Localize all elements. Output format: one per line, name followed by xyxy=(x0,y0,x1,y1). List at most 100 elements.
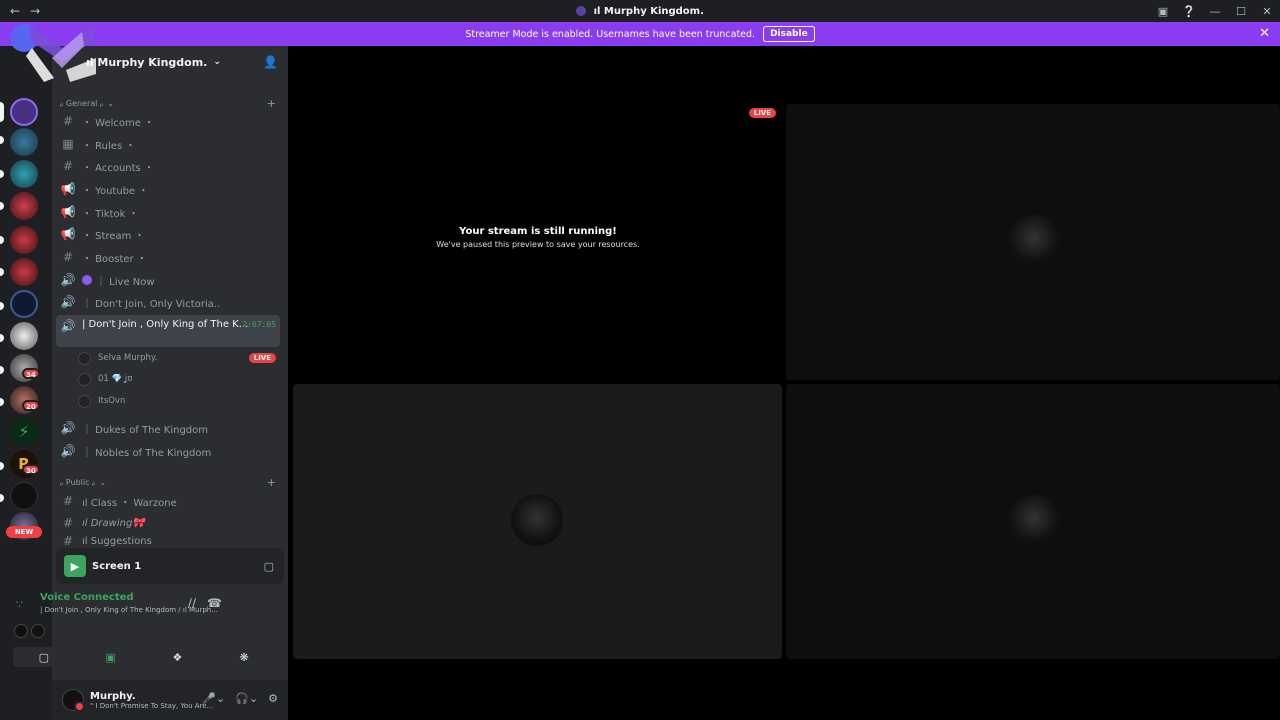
channel-welcome[interactable]: # ・ Welcome ・ xyxy=(56,111,280,131)
server-icon xyxy=(576,5,587,16)
disable-button[interactable]: Disable xyxy=(763,26,815,42)
server-icon[interactable] xyxy=(10,290,38,318)
add-channel-icon[interactable]: + xyxy=(267,97,276,110)
announcement-icon: 📢 xyxy=(60,227,76,241)
channel-king-of-the-kingdom[interactable]: 🔊 | Don't Join , Only King of The K... 2:6… xyxy=(56,315,280,347)
invite-icon[interactable]: 👤 xyxy=(263,55,278,69)
participant-tile[interactable] xyxy=(786,384,1280,659)
unread-pill xyxy=(0,302,4,310)
stream-title: Your stream is still running! xyxy=(459,226,617,237)
add-channel-icon[interactable]: + xyxy=(267,476,276,489)
screen-share-panel[interactable]: ▶ Screen 1 ▢ xyxy=(56,548,284,584)
disconnect-icon[interactable]: ☎ xyxy=(207,596,222,610)
headphones-icon[interactable]: 🎧⌄ xyxy=(235,692,258,705)
close-icon[interactable]: ✕ xyxy=(1259,26,1270,41)
banner-message: Streamer Mode is enabled. Usernames have… xyxy=(465,28,756,40)
custom-status: " I Don't Promise To Stay, You Are... xyxy=(90,701,214,710)
hashtag-icon: # xyxy=(62,250,74,264)
voice-user[interactable]: 01 💎 ʝʊ xyxy=(78,369,280,389)
mention-badge: 34 xyxy=(22,368,40,379)
participant-avatar xyxy=(1008,494,1060,546)
voice-connected-title[interactable]: Voice Connected xyxy=(40,592,134,603)
voice-user[interactable]: Selva Murphy. LIVE xyxy=(78,348,280,368)
unread-pill xyxy=(0,202,4,210)
server-header[interactable]: ıl Murphy Kingdom. ⌄ 👤 xyxy=(52,46,288,78)
close-window-icon[interactable]: ✕ xyxy=(1254,5,1280,18)
chevron-down-icon: ⌄ xyxy=(213,57,221,67)
hashtag-icon: # xyxy=(62,535,74,547)
channel-live-now[interactable]: 🔊 ｜ Live Now xyxy=(56,270,280,290)
channel-stream[interactable]: 📢 ・ Stream ・ xyxy=(56,224,280,244)
server-name: ıl Murphy Kingdom. xyxy=(86,55,208,69)
username[interactable]: Murphy. xyxy=(90,691,220,702)
server-icon[interactable] xyxy=(10,226,38,254)
voice-user[interactable]: ItsOvn xyxy=(78,391,280,411)
participant-tile[interactable] xyxy=(293,384,782,659)
channel-youtube[interactable]: 📢 ・ Youtube ・ xyxy=(56,179,280,199)
hashtag-icon: # xyxy=(62,159,74,173)
live-badge: LIVE xyxy=(248,353,276,363)
avatar xyxy=(31,624,45,638)
channel-victoria[interactable]: 🔊 ｜ Don't Join, Only Victoria.. xyxy=(56,292,280,312)
maximize-icon[interactable]: ☐ xyxy=(1228,5,1254,18)
camera-off-button[interactable]: ▢ xyxy=(13,647,75,667)
avatar xyxy=(78,372,91,386)
channel-nobles[interactable]: 🔊 ｜ Nobles of The Kingdom xyxy=(56,441,280,461)
soundboard-button[interactable]: ❋ xyxy=(213,647,275,667)
screen-share-button[interactable]: ▣ xyxy=(79,647,142,667)
avatar xyxy=(14,624,28,638)
server-icon[interactable] xyxy=(10,322,38,350)
forward-icon[interactable]: → xyxy=(30,4,40,18)
server-icon[interactable] xyxy=(10,128,38,156)
channel-booster[interactable]: # ・ Booster ・ xyxy=(56,247,280,267)
mention-badge: 20 xyxy=(22,400,40,411)
activities-button[interactable]: ❖ xyxy=(146,647,209,667)
inbox-icon[interactable]: ▣ xyxy=(1150,5,1176,18)
server-icon[interactable] xyxy=(10,192,38,220)
server-icon[interactable] xyxy=(10,482,38,510)
back-icon[interactable]: ← xyxy=(10,4,20,18)
channel-rules[interactable]: ▦ ・ Rules ・ xyxy=(56,134,280,154)
new-badge: NEW xyxy=(6,526,42,538)
live-badge: LIVE xyxy=(748,108,776,118)
connected-avatars xyxy=(14,624,45,638)
stream-paused-message: Your stream is still running! We've paus… xyxy=(294,226,782,249)
category-public[interactable]: ᵨ Public ᵨ ⌄ + xyxy=(60,475,280,489)
hashtag-icon: # xyxy=(62,516,74,530)
noise-suppression-icon[interactable]: ∕∕ xyxy=(188,596,196,610)
voice-actions: ▢ ▣ ❖ ❋ xyxy=(13,647,275,667)
avatar[interactable] xyxy=(62,689,85,712)
stop-sharing-icon[interactable]: ▢ xyxy=(264,560,274,573)
server-icon[interactable] xyxy=(10,160,38,188)
participant-avatar xyxy=(511,494,563,546)
speaker-icon: 🔊 xyxy=(60,444,76,458)
channel-suggestions[interactable]: # ıl Suggestions xyxy=(56,535,280,547)
speaker-icon: 🔊 xyxy=(60,273,76,287)
category-general[interactable]: ᵨ General ᵨ ⌄ + xyxy=(60,96,280,110)
call-timer: 2:67:05 xyxy=(242,320,276,329)
microphone-icon[interactable]: 🎤⌄ xyxy=(202,692,225,705)
home-icon[interactable] xyxy=(10,24,38,52)
channel-class-warzone[interactable]: # ıl Class ・ Warzone xyxy=(56,491,280,511)
channel-drawing[interactable]: # ıl Drawing🎀 xyxy=(56,513,280,533)
channel-tiktok[interactable]: 📢 ・ Tiktok ・ xyxy=(56,202,280,222)
channel-accounts[interactable]: # ・ Accounts ・ xyxy=(56,156,280,176)
chevron-down-icon: ⌄ xyxy=(99,477,107,487)
signal-icon[interactable]: ∵ xyxy=(16,598,23,611)
server-icon[interactable]: ⚡ xyxy=(10,418,38,446)
unread-pill xyxy=(0,366,4,374)
minimize-icon[interactable]: — xyxy=(1202,5,1228,18)
soundboard-icon: ❋ xyxy=(239,650,249,664)
speaker-icon: 🔊 xyxy=(60,421,76,435)
unread-pill xyxy=(0,136,4,144)
help-icon[interactable]: ❔ xyxy=(1176,5,1202,18)
channel-dukes[interactable]: 🔊 ｜ Dukes of The Kingdom xyxy=(56,418,280,438)
server-icon-murphy[interactable] xyxy=(10,98,38,126)
participant-tile[interactable] xyxy=(786,104,1280,380)
server-icon[interactable] xyxy=(10,258,38,286)
purple-dot-icon xyxy=(82,275,92,285)
activities-icon: ❖ xyxy=(172,650,183,664)
stream-tile[interactable]: LIVE Your stream is still running! We've… xyxy=(294,104,782,380)
stream-subtitle: We've paused this preview to save your r… xyxy=(436,240,640,249)
settings-gear-icon[interactable]: ⚙ xyxy=(268,692,278,705)
